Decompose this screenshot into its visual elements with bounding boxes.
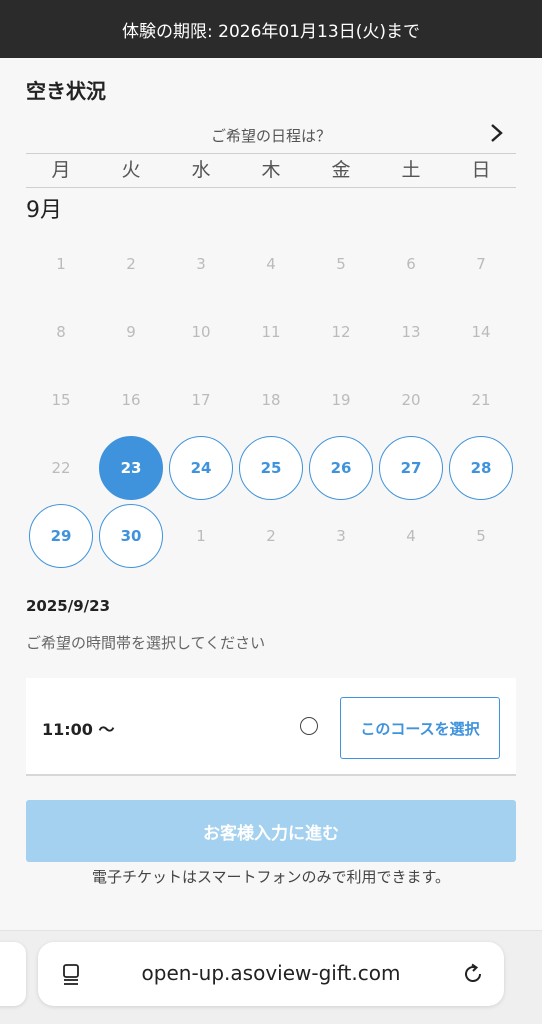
reload-icon[interactable]: [460, 961, 486, 987]
calendar-cell: 11: [236, 298, 306, 366]
calendar-day-available[interactable]: 27: [379, 436, 443, 500]
calendar-cell: 29: [26, 502, 96, 570]
calendar-cell: 18: [236, 366, 306, 434]
calendar-cell: 13: [376, 298, 446, 366]
calendar-cell: 3: [306, 502, 376, 570]
calendar-cell: 5: [446, 502, 516, 570]
slot-time: 11:00 〜: [42, 720, 115, 739]
calendar-day-disabled: 18: [261, 391, 281, 409]
address-bar[interactable]: open-up.asoview-gift.com: [38, 942, 504, 1006]
weekday-sat: 土: [401, 159, 421, 181]
calendar-day-available[interactable]: 24: [169, 436, 233, 500]
calendar-day-disabled: 2: [266, 527, 276, 545]
month-nav: ご希望の日程は？: [26, 120, 516, 154]
weekday-thu: 木: [261, 159, 281, 181]
calendar-day-disabled: 11: [261, 323, 281, 341]
calendar-day-disabled: 19: [331, 391, 351, 409]
calendar-day-disabled: 4: [266, 255, 276, 273]
eticket-note: 電子チケットはスマートフォンのみで利用できます。: [91, 868, 451, 886]
calendar-cell: 16: [96, 366, 166, 434]
calendar-day-disabled: 4: [406, 527, 416, 545]
calendar-cell: 6: [376, 230, 446, 298]
chevron-right-icon[interactable]: [488, 120, 506, 152]
section-title: 空き状況: [26, 79, 106, 103]
calendar-cell: 19: [306, 366, 376, 434]
calendar-day-selected[interactable]: 23: [99, 436, 163, 500]
calendar-day-disabled: 3: [196, 255, 206, 273]
url-text: open-up.asoview-gift.com: [141, 961, 401, 985]
calendar-cell: 4: [236, 230, 306, 298]
calendar-day-disabled: 16: [121, 391, 141, 409]
calendar-cell: 14: [446, 298, 516, 366]
proceed-button[interactable]: お客様入力に進む: [26, 800, 516, 862]
calendar-cell: 26: [306, 434, 376, 502]
calendar-day-disabled: 7: [476, 255, 486, 273]
time-slot-card: 11:00 〜 このコースを選択: [26, 678, 516, 776]
calendar-grid: 1 2 3 4 5 6 7 8 9 10 11 12 13 14 15 16 17 18 19 20 21 22 23 24 2…: [26, 230, 516, 570]
availability-circle-icon: [300, 717, 318, 735]
weekday-tue: 火: [121, 159, 141, 181]
calendar-cell: 3: [166, 230, 236, 298]
weekday-fri: 金: [331, 159, 351, 181]
weekday-wed: 水: [191, 159, 211, 181]
calendar-day-disabled: 5: [476, 527, 486, 545]
calendar-cell: 2: [236, 502, 306, 570]
calendar-cell: 8: [26, 298, 96, 366]
calendar-cell: 5: [306, 230, 376, 298]
calendar-cell: 23: [96, 434, 166, 502]
calendar-day-disabled: 1: [196, 527, 206, 545]
weekday-sun: 日: [471, 159, 491, 181]
calendar-cell: 10: [166, 298, 236, 366]
calendar-day-disabled: 14: [471, 323, 491, 341]
month-nav-label: ご希望の日程は？: [210, 127, 331, 145]
calendar-cell: 25: [236, 434, 306, 502]
calendar-day-disabled: 8: [56, 323, 66, 341]
calendar-cell: 2: [96, 230, 166, 298]
calendar-day-available[interactable]: 29: [29, 504, 93, 568]
calendar-cell: 21: [446, 366, 516, 434]
calendar-day-available[interactable]: 25: [239, 436, 303, 500]
calendar-day-disabled: 12: [331, 323, 351, 341]
calendar-day-disabled: 13: [401, 323, 421, 341]
calendar-day-disabled: 17: [191, 391, 211, 409]
calendar-cell: 27: [376, 434, 446, 502]
calendar-day-disabled: 3: [336, 527, 346, 545]
calendar-day-disabled: 2: [126, 255, 136, 273]
calendar-cell: 28: [446, 434, 516, 502]
calendar-day-disabled: 6: [406, 255, 416, 273]
month-label: 9月: [26, 198, 62, 223]
expiry-text: 体験の期限: 2026年01月13日(火)まで: [122, 21, 420, 42]
expiry-banner: 体験の期限: 2026年01月13日(火)まで: [0, 0, 542, 58]
calendar-day-disabled: 15: [51, 391, 71, 409]
calendar-day-disabled: 22: [51, 459, 71, 477]
calendar-cell: 15: [26, 366, 96, 434]
weekday-header: 月 火 水 木 金 土 日: [26, 154, 516, 188]
calendar-cell: 1: [166, 502, 236, 570]
calendar-day-available[interactable]: 26: [309, 436, 373, 500]
calendar-day-available[interactable]: 30: [99, 504, 163, 568]
select-course-button[interactable]: このコースを選択: [340, 697, 500, 759]
calendar-cell: 7: [446, 230, 516, 298]
calendar-cell: 22: [26, 434, 96, 502]
calendar-day-disabled: 20: [401, 391, 421, 409]
calendar-cell: 17: [166, 366, 236, 434]
time-instruction: ご希望の時間帯を選択してください: [26, 634, 266, 652]
calendar-day-disabled: 10: [191, 323, 211, 341]
calendar-cell: 9: [96, 298, 166, 366]
calendar-day-disabled: 9: [126, 323, 136, 341]
selected-date: 2025/9/23: [26, 597, 111, 615]
calendar-day-disabled: 5: [336, 255, 346, 273]
calendar-cell: 4: [376, 502, 446, 570]
previous-tab-card[interactable]: [0, 942, 26, 1006]
weekday-mon: 月: [51, 159, 71, 181]
calendar-day-disabled: 1: [56, 255, 66, 273]
calendar-day-available[interactable]: 28: [449, 436, 513, 500]
calendar-day-disabled: 21: [471, 391, 491, 409]
calendar-cell: 30: [96, 502, 166, 570]
calendar-cell: 20: [376, 366, 446, 434]
calendar-cell: 24: [166, 434, 236, 502]
calendar-cell: 12: [306, 298, 376, 366]
calendar-cell: 1: [26, 230, 96, 298]
